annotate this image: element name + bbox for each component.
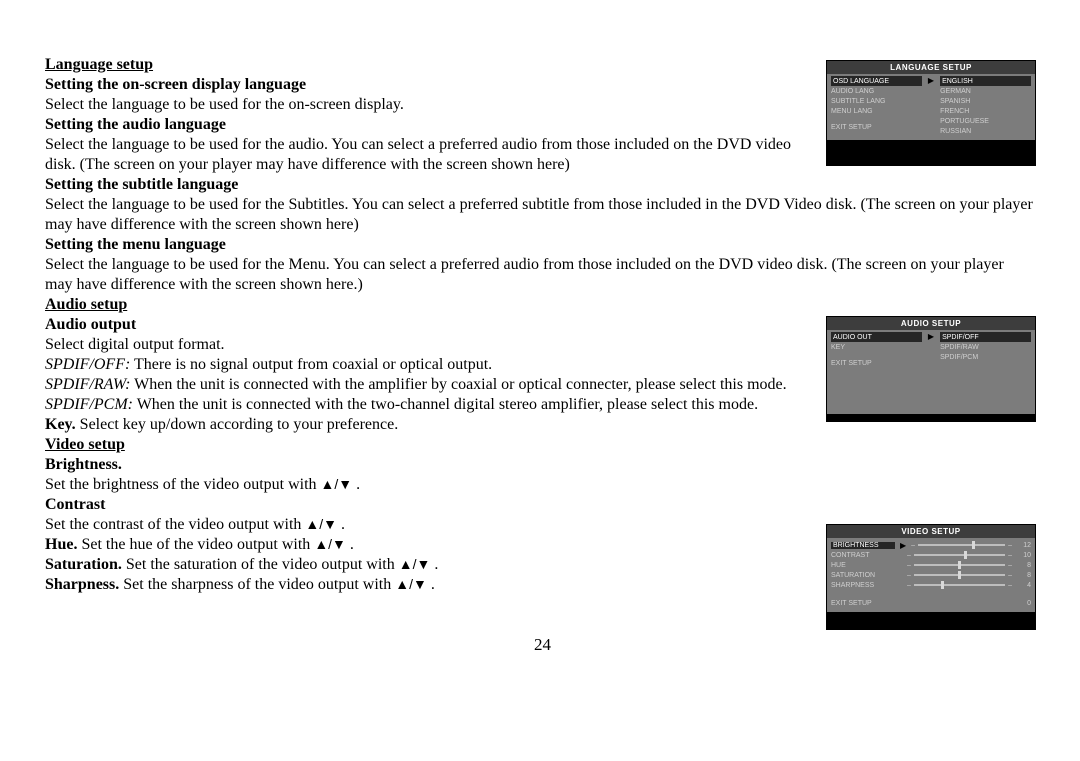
osd-title: AUDIO SETUP [827,317,1035,330]
paragraph: Select the language to be used for the o… [45,95,805,115]
osd-item: CONTRAST [831,552,891,559]
osd-screenshot-video: VIDEO SETUP BRIGHTNESS▶––12 CONTRAST––10… [826,524,1036,630]
osd-option: RUSSIAN [940,126,1031,136]
osd-value: 10 [1015,552,1031,559]
osd-value: 8 [1015,572,1031,579]
osd-item: MENU LANG [831,106,922,116]
paragraph: Set the brightness of the video output w… [45,476,321,493]
manual-page: LANGUAGE SETUP OSD LANGUAGE AUDIO LANG S… [0,0,1080,685]
osd-option: GERMAN [940,86,1031,96]
osd-option: SPDIF/RAW [940,342,1031,352]
up-down-arrow-icon: ▲/▼ [314,536,346,552]
paragraph: . [427,576,435,593]
section-heading-video: Video setup [45,436,125,453]
paragraph: . [337,516,345,533]
paragraph: . [352,476,360,493]
page-number: 24 [45,635,1040,655]
up-down-arrow-icon: ▲/▼ [305,516,337,532]
osd-item: SATURATION [831,572,891,579]
subheading: Contrast [45,496,105,513]
section-heading-audio: Audio setup [45,296,127,313]
paragraph: . [430,556,438,573]
paragraph: Set the saturation of the video output w… [122,556,399,573]
label: Saturation. [45,556,122,573]
osd-option: SPDIF/PCM [940,352,1031,362]
osd-item: SHARPNESS [831,582,891,589]
label: Key. [45,416,76,433]
osd-option: SPDIF/OFF [940,332,1031,342]
osd-option: FRENCH [940,106,1031,116]
osd-value: 4 [1015,582,1031,589]
up-down-arrow-icon: ▲/▼ [321,476,353,492]
paragraph: . [346,536,354,553]
osd-exit: EXIT SETUP [831,122,922,132]
osd-value: 8 [1015,562,1031,569]
subheading: Brightness. [45,456,122,473]
paragraph: When the unit is connected with the two-… [133,396,758,413]
osd-exit: EXIT SETUP [831,358,922,368]
osd-item: KEY [831,342,922,352]
paragraph: Select the language to be used for the a… [45,135,815,175]
paragraph: Set the contrast of the video output wit… [45,516,305,533]
osd-option: ENGLISH [940,76,1031,86]
osd-exit: EXIT SETUP [831,600,891,607]
osd-screenshot-audio: AUDIO SETUP AUDIO OUT KEY EXIT SETUP ▶ S… [826,316,1036,422]
label: Sharpness. [45,576,119,593]
chevron-right-icon: ▶ [926,76,936,136]
osd-item: OSD LANGUAGE [831,76,922,86]
section-heading-language: Language setup [45,56,153,73]
osd-screenshot-language: LANGUAGE SETUP OSD LANGUAGE AUDIO LANG S… [826,60,1036,166]
paragraph: There is no signal output from coaxial o… [130,356,492,373]
osd-item: AUDIO OUT [831,332,922,342]
subheading: Setting the on-screen display language [45,76,306,93]
up-down-arrow-icon: ▲/▼ [395,576,427,592]
chevron-right-icon: ▶ [898,541,908,550]
subheading: Audio output [45,316,136,333]
paragraph: Select the language to be used for the S… [45,195,1035,235]
osd-item: SUBTITLE LANG [831,96,922,106]
paragraph: Select the language to be used for the M… [45,255,1035,295]
paragraph: When the unit is connected with the ampl… [130,376,786,393]
osd-option: SPANISH [940,96,1031,106]
osd-item: AUDIO LANG [831,86,922,96]
label: Hue. [45,536,77,553]
paragraph: Set the sharpness of the video output wi… [119,576,395,593]
label: SPDIF/RAW: [45,376,130,393]
paragraph: Select key up/down according to your pre… [76,416,399,433]
osd-title: LANGUAGE SETUP [827,61,1035,74]
label: SPDIF/OFF: [45,356,130,373]
paragraph: Set the hue of the video output with [77,536,314,553]
osd-option: PORTUGUESE [940,116,1031,126]
osd-item: HUE [831,562,891,569]
osd-item: BRIGHTNESS [831,542,895,549]
osd-title: VIDEO SETUP [827,525,1035,538]
osd-value: 0 [1015,600,1031,607]
subheading: Setting the audio language [45,116,226,133]
label: SPDIF/PCM: [45,396,133,413]
osd-value: 12 [1015,542,1031,549]
up-down-arrow-icon: ▲/▼ [399,556,431,572]
subheading: Setting the menu language [45,236,226,253]
subheading: Setting the subtitle language [45,176,238,193]
chevron-right-icon: ▶ [926,332,936,410]
